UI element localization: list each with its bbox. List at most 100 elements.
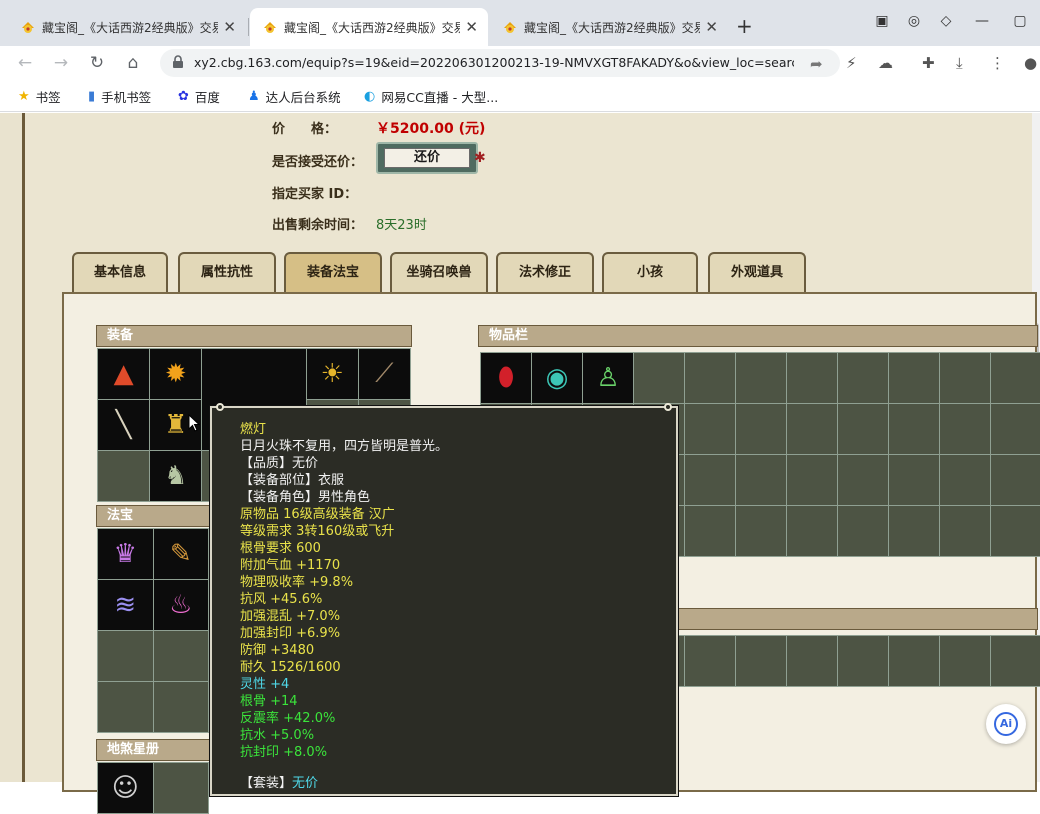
bargain-button-label: 还价 — [384, 148, 470, 168]
inventory-slot-empty[interactable] — [634, 353, 684, 403]
equip-slot-mask[interactable]: ☀ — [306, 349, 358, 399]
inventory-slot-empty[interactable] — [940, 404, 990, 454]
tab-mounts-pets[interactable]: 坐骑召唤兽 — [390, 252, 488, 292]
profile-avatar[interactable]: ● — [1024, 54, 1037, 72]
inventory-slot-empty[interactable] — [940, 455, 990, 505]
back-icon[interactable]: ← — [14, 52, 36, 74]
inventory-slot-empty[interactable] — [736, 506, 786, 556]
inventory-slot-empty[interactable] — [889, 404, 939, 454]
equip-slot-boots[interactable]: ♞ — [150, 451, 202, 501]
inventory-slot-empty[interactable] — [940, 506, 990, 556]
tab-child[interactable]: 小孩 — [602, 252, 698, 292]
inventory-slot-empty[interactable] — [991, 353, 1040, 403]
inventory-slot-empty[interactable] — [991, 506, 1040, 556]
star-book-grid: ☺ — [97, 762, 209, 814]
bookmark-baidu[interactable]: ✿ 百度 — [178, 87, 220, 106]
inventory-slot-empty[interactable] — [685, 404, 735, 454]
download-icon[interactable]: ⤓ — [956, 54, 963, 72]
treasure-slot-empty[interactable] — [153, 682, 208, 732]
inventory-slot-empty[interactable] — [838, 353, 888, 403]
treasure-slot-empty[interactable] — [98, 631, 153, 681]
inventory-slot-empty[interactable] — [787, 455, 837, 505]
bookmark-mobile[interactable]: ▮ 手机书签 — [88, 87, 151, 106]
tab-search-icon[interactable]: ▣ — [872, 13, 892, 29]
inventory-slot[interactable]: ◉ — [532, 353, 582, 403]
tab-basic-info[interactable]: 基本信息 — [72, 252, 168, 292]
bell-item-icon: ♨ — [169, 590, 193, 620]
inventory-slot-empty[interactable] — [889, 506, 939, 556]
reload-icon[interactable]: ↻ — [86, 52, 108, 74]
inventory-slot-empty[interactable] — [838, 636, 888, 686]
close-tab-icon[interactable]: ✕ — [223, 18, 236, 36]
inventory-slot-empty[interactable] — [838, 455, 888, 505]
inventory-slot-empty[interactable] — [940, 353, 990, 403]
equip-slot-necklace[interactable]: ✹ — [150, 349, 202, 399]
treasure-slot[interactable]: ♨ — [153, 580, 208, 630]
inventory-slot-empty[interactable] — [889, 353, 939, 403]
inventory-slot-empty[interactable] — [991, 636, 1040, 686]
inventory-slot-empty[interactable] — [685, 506, 735, 556]
equip-slot-weapon[interactable]: ╲ — [98, 400, 150, 450]
blade-item-icon: ╲ — [115, 410, 132, 440]
tab-appearance[interactable]: 外观道具 — [708, 252, 806, 292]
browser-tab-1[interactable]: 藏宝阁_《大话西游2经典版》交易 ✕ — [8, 8, 246, 46]
forward-icon[interactable]: → — [50, 52, 72, 74]
inventory-slot-empty[interactable] — [736, 636, 786, 686]
inventory-slot-empty[interactable] — [838, 404, 888, 454]
ai-assistant-button[interactable]: Ai — [986, 704, 1026, 744]
bookmark-star[interactable]: ★ 书签 — [18, 87, 61, 106]
treasure-slot[interactable]: ≋ — [98, 580, 153, 630]
home-icon[interactable]: ⌂ — [122, 52, 144, 74]
inventory-slot-empty[interactable] — [991, 404, 1040, 454]
maximize-icon[interactable]: ▢ — [1010, 13, 1030, 29]
equip-slot-empty[interactable] — [98, 451, 150, 501]
browser-tab-2[interactable]: 藏宝阁_《大话西游2经典版》交易 ✕ — [250, 8, 488, 46]
inventory-slot-empty[interactable] — [685, 455, 735, 505]
inventory-slot-empty[interactable] — [736, 404, 786, 454]
treasure-slot-empty[interactable] — [98, 682, 153, 732]
inventory-slot-empty[interactable] — [685, 353, 735, 403]
inventory-slot[interactable]: ♙ — [583, 353, 633, 403]
minimize-icon[interactable]: — — [972, 13, 992, 29]
inventory-slot-empty[interactable] — [787, 353, 837, 403]
tab-spell-correction[interactable]: 法术修正 — [496, 252, 594, 292]
browser-tab-3[interactable]: 藏宝阁_《大话西游2经典版》交易 ✕ — [490, 8, 728, 46]
boots-item-icon: ♞ — [164, 461, 188, 491]
cloud-icon[interactable]: ☁ — [878, 54, 893, 72]
book-slot-empty[interactable] — [153, 763, 208, 813]
equip-slot-bow[interactable]: ⟋ — [358, 349, 410, 399]
treasure-slot-empty[interactable] — [153, 631, 208, 681]
inventory-slot-empty[interactable] — [787, 636, 837, 686]
inventory-slot-empty[interactable] — [736, 353, 786, 403]
incognito-icon[interactable]: ◎ — [904, 13, 924, 29]
treasure-slot[interactable]: ♛ — [98, 529, 153, 579]
cbg-favicon-icon — [22, 22, 34, 33]
menu-icon[interactable]: ⋮ — [990, 54, 1005, 72]
new-tab-button[interactable]: + — [736, 14, 753, 38]
inventory-slot-empty[interactable] — [940, 636, 990, 686]
inventory-slot-empty[interactable] — [889, 636, 939, 686]
puzzle-icon[interactable]: ✚ — [922, 54, 935, 72]
bargain-button[interactable]: 还价 — [376, 142, 478, 174]
equip-slot-hat[interactable]: ▲ — [98, 349, 150, 399]
inventory-slot-empty[interactable] — [685, 636, 735, 686]
inventory-slot-empty[interactable] — [787, 404, 837, 454]
share-icon[interactable]: ➦ — [810, 55, 823, 73]
inventory-slot-empty[interactable] — [787, 506, 837, 556]
close-tab-icon[interactable]: ✕ — [465, 18, 478, 36]
treasure-slot[interactable]: ✎ — [153, 529, 208, 579]
tab-equipment[interactable]: 装备法宝 — [284, 252, 382, 292]
inventory-slot-empty[interactable] — [736, 455, 786, 505]
extension-icon[interactable]: ◇ — [936, 13, 956, 29]
inventory-slot[interactable]: ⬮ — [481, 353, 531, 403]
tab-attributes[interactable]: 属性抗性 — [178, 252, 276, 292]
inventory-slot-empty[interactable] — [838, 506, 888, 556]
inventory-slot-empty[interactable] — [991, 455, 1040, 505]
address-bar[interactable]: xy2.cbg.163.com/equip?s=19&eid=202206301… — [160, 49, 840, 77]
close-tab-icon[interactable]: ✕ — [705, 18, 718, 36]
bookmark-cc-live[interactable]: ◐ 网易CC直播 - 大型... — [364, 87, 498, 106]
inventory-slot-empty[interactable] — [889, 455, 939, 505]
bookmark-daren[interactable]: ♟ 达人后台系统 — [248, 87, 341, 106]
book-slot[interactable]: ☺ — [98, 763, 153, 813]
bolt-icon[interactable]: ⚡ — [846, 54, 857, 72]
